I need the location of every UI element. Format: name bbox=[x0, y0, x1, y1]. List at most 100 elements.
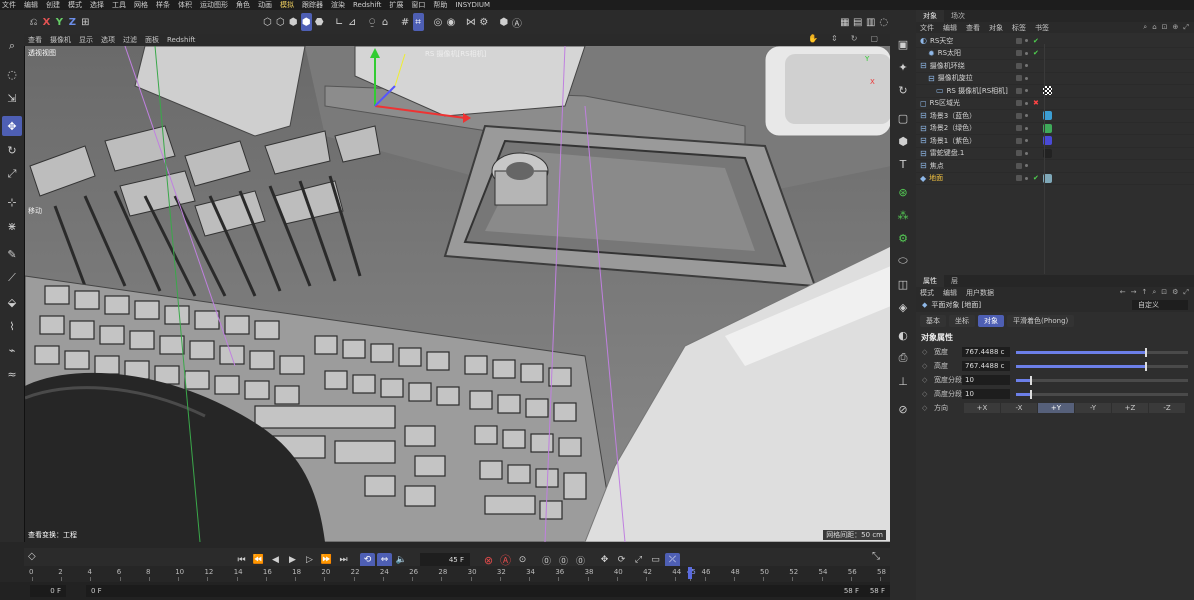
effector-icon[interactable]: ⚙ bbox=[893, 228, 913, 248]
custom-dropdown[interactable]: 自定义 bbox=[1132, 300, 1188, 310]
object-menu-0[interactable]: 文件 bbox=[920, 23, 934, 33]
object-row[interactable]: ⊟ 摄像机环绕 bbox=[916, 60, 1194, 73]
cube-icon[interactable]: ⬢ bbox=[893, 131, 913, 151]
object-menu-3[interactable]: 对象 bbox=[989, 23, 1003, 33]
polygons-mode-icon[interactable]: ⬢ bbox=[288, 13, 299, 31]
slider-knob[interactable] bbox=[1029, 389, 1032, 399]
layer-flag[interactable] bbox=[1016, 62, 1022, 69]
lock-icon[interactable]: ⍜ bbox=[367, 13, 378, 31]
sculpt-icon[interactable]: ≈ bbox=[2, 364, 22, 384]
menu-14[interactable]: 渲染 bbox=[331, 0, 345, 10]
z-axis-toggle[interactable]: Z bbox=[67, 13, 78, 31]
mograph-icon[interactable]: ⊛ bbox=[893, 182, 913, 202]
object-row[interactable]: ⊟ 场景1（紫色） bbox=[916, 135, 1194, 148]
object-row[interactable]: ✹ RS太阳 ✔ bbox=[916, 48, 1194, 60]
object-row[interactable]: ⊟ 雷蛇键盘.1 bbox=[916, 148, 1194, 160]
pan-icon[interactable]: ✋ bbox=[808, 34, 818, 43]
viewport-menu-0[interactable]: 查看 bbox=[28, 35, 42, 45]
slider-knob[interactable] bbox=[1029, 375, 1032, 385]
scene-icon[interactable]: ◐ bbox=[893, 325, 913, 345]
grid-icon[interactable]: # bbox=[400, 13, 411, 31]
menu-16[interactable]: 扩展 bbox=[389, 0, 403, 10]
object-menu-4[interactable]: 标签 bbox=[1012, 23, 1026, 33]
viewport-menu-4[interactable]: 过滤 bbox=[123, 35, 137, 45]
attribute-slider[interactable] bbox=[1016, 361, 1188, 371]
visibility-dot[interactable] bbox=[1025, 51, 1028, 55]
end-frame-field[interactable]: 58 F bbox=[860, 585, 890, 597]
slider-knob[interactable] bbox=[1145, 361, 1147, 371]
menu-3[interactable]: 模式 bbox=[68, 0, 82, 10]
viewport-menu-3[interactable]: 选项 bbox=[101, 35, 115, 45]
search-icon[interactable]: ⌕ bbox=[1152, 288, 1156, 297]
frame-range-slider[interactable]: 0 F 58 F bbox=[86, 585, 864, 597]
menu-6[interactable]: 网格 bbox=[134, 0, 148, 10]
layer-flag[interactable] bbox=[1016, 50, 1022, 57]
layer-flag[interactable] bbox=[1016, 175, 1022, 182]
search-icon[interactable]: ⌕ bbox=[1143, 23, 1147, 32]
magnet-tool-icon[interactable]: ⌁ bbox=[2, 340, 22, 360]
x-axis-toggle[interactable]: X bbox=[41, 13, 52, 31]
y-axis-toggle[interactable]: Y bbox=[54, 13, 65, 31]
slider-knob[interactable] bbox=[1145, 347, 1147, 357]
3d-viewport[interactable]: Y X 透视视图 RS 摄像机[RS相机] 移动 查看变换：工程 网格间距：50… bbox=[24, 46, 890, 542]
menu-5[interactable]: 工具 bbox=[112, 0, 126, 10]
menu-12[interactable]: 模拟 bbox=[280, 0, 294, 10]
cube-outline-icon[interactable]: ▢ bbox=[893, 108, 913, 128]
layer-flag[interactable] bbox=[1016, 75, 1022, 82]
attribute-value-field[interactable]: 767.4488 c bbox=[962, 361, 1010, 371]
brush-icon[interactable]: ⌇ bbox=[2, 316, 22, 336]
undo-icon[interactable]: ⎌ bbox=[28, 13, 39, 31]
search-icon[interactable]: ⌕ bbox=[2, 36, 22, 56]
up-arrow-icon[interactable]: ↑ bbox=[1141, 288, 1147, 297]
object-row[interactable]: ⊟ 摄像机旋拉 bbox=[916, 73, 1194, 85]
menu-8[interactable]: 体积 bbox=[178, 0, 192, 10]
menu-10[interactable]: 角色 bbox=[236, 0, 250, 10]
attribute-subtab-2[interactable]: 对象 bbox=[978, 315, 1004, 327]
attribute-tab-1[interactable]: 层 bbox=[944, 275, 965, 287]
spline-icon[interactable]: ↻ bbox=[893, 80, 913, 100]
menu-15[interactable]: Redshift bbox=[353, 1, 381, 9]
visibility-dot[interactable] bbox=[1025, 64, 1028, 68]
orbit-icon[interactable]: ↻ bbox=[851, 34, 858, 43]
coordinate-system-icon[interactable]: ⊞ bbox=[80, 13, 91, 31]
object-row[interactable]: ▭ RS 摄像机[RS相机] bbox=[916, 85, 1194, 98]
lock-icon[interactable]: ⊡ bbox=[1162, 23, 1168, 32]
move-icon[interactable]: ✥ bbox=[2, 116, 22, 136]
workplane-icon[interactable]: ⊿ bbox=[347, 13, 358, 31]
attribute-menu-1[interactable]: 编辑 bbox=[943, 288, 957, 298]
timeline-ruler[interactable]: 0 2 4 6 8 10 12 14 16 18 20 22 24 26 28 30 32 34 36 38 40 42 4… bbox=[24, 566, 890, 582]
enabled-check-icon[interactable]: ✔ bbox=[1033, 174, 1041, 182]
object-menu-2[interactable]: 查看 bbox=[966, 23, 980, 33]
rotate-icon[interactable]: ↻ bbox=[2, 140, 22, 160]
snap-icon[interactable]: ∟ bbox=[334, 13, 345, 31]
viewport-menu-6[interactable]: Redshift bbox=[167, 36, 195, 44]
anim-diamond-icon[interactable]: ◇ bbox=[922, 348, 927, 356]
render-settings-icon[interactable]: ▥ bbox=[865, 13, 876, 31]
attribute-slider[interactable] bbox=[1016, 389, 1188, 399]
viewport-menu-5[interactable]: 面板 bbox=[145, 35, 159, 45]
layer-flag[interactable] bbox=[1016, 37, 1022, 44]
field-icon[interactable]: ◫ bbox=[893, 274, 913, 294]
light-icon[interactable]: ✦ bbox=[893, 57, 913, 77]
visibility-dot[interactable] bbox=[1025, 164, 1028, 168]
redshift-icon[interactable]: Ⓐ bbox=[511, 13, 522, 31]
layer-flag[interactable] bbox=[1016, 87, 1022, 94]
render-view-icon[interactable]: ◉ bbox=[445, 13, 456, 31]
menu-7[interactable]: 样条 bbox=[156, 0, 170, 10]
object-tab-0[interactable]: 对象 bbox=[916, 10, 944, 22]
render-to-viewer-icon[interactable]: ▤ bbox=[852, 13, 863, 31]
placement-icon[interactable]: ⋇ bbox=[2, 216, 22, 236]
volume-icon[interactable]: ◈ bbox=[893, 297, 913, 317]
visibility-dot[interactable] bbox=[1025, 76, 1028, 80]
render-icon[interactable]: ▦ bbox=[839, 13, 850, 31]
select-icon[interactable]: ⇲ bbox=[2, 88, 22, 108]
settings-icon[interactable]: ⚙ bbox=[1172, 288, 1178, 297]
direction-anim-icon[interactable]: ◇ bbox=[922, 404, 927, 412]
layer-flag[interactable] bbox=[1016, 150, 1022, 157]
layer-flag[interactable] bbox=[1016, 162, 1022, 169]
magnet-icon[interactable]: ⌂ bbox=[380, 13, 391, 31]
filter-icon[interactable]: ⊕ bbox=[1173, 23, 1179, 32]
attribute-subtab-1[interactable]: 坐标 bbox=[949, 315, 975, 327]
menu-9[interactable]: 运动图形 bbox=[200, 0, 228, 10]
visibility-dot[interactable] bbox=[1025, 39, 1028, 43]
